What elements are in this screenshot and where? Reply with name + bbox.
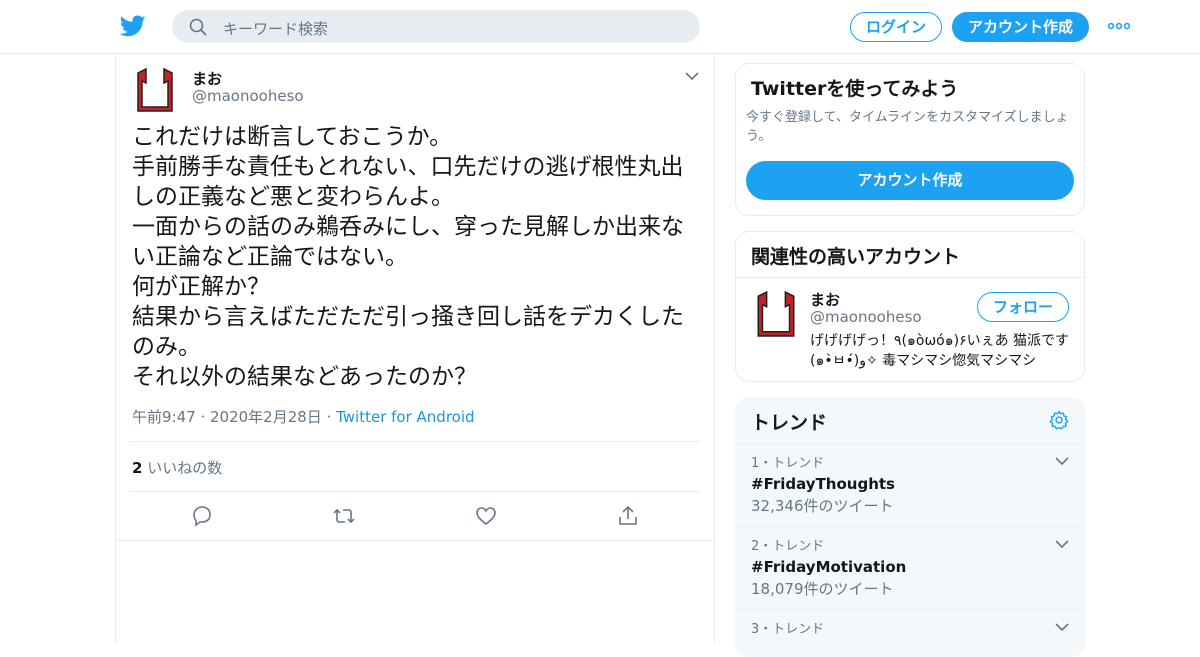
divider [736, 609, 1084, 610]
tweet-text: これだけは断言しておこうか。 手前勝手な責任もとれない、口先だけの逃げ根性丸出し… [132, 124, 684, 390]
trend-item[interactable]: 2・トレンド #FridayMotivation 18,079件のツイート [751, 538, 1071, 600]
top-navigation-bar: キーワード検索 ログイン アカウント作成 [0, 0, 1200, 54]
login-button[interactable]: ログイン [850, 12, 942, 42]
tweet-timestamp[interactable]: 午前9:47 · 2020年2月28日 · [132, 408, 336, 426]
divider [736, 443, 1084, 444]
divider [130, 441, 700, 442]
trend-category: 1・トレンド [751, 456, 825, 471]
divider [736, 526, 1084, 527]
search-icon [189, 18, 207, 36]
signup-card-description: 今すぐ登録して、タイムラインをカスタマイズしましょう。 [746, 110, 1069, 144]
chevron-down-icon[interactable] [684, 70, 700, 82]
related-account-handle[interactable]: @maonooheso [810, 308, 922, 326]
signup-button[interactable]: アカウント作成 [952, 12, 1089, 42]
signup-card-title: Twitterを使ってみよう [751, 78, 959, 100]
retweet-icon[interactable] [332, 504, 356, 528]
tweet-detail: まお @maonooheso これだけは断言しておこうか。 手前勝手な責任もとれ… [115, 54, 715, 644]
signup-card: Twitterを使ってみよう 今すぐ登録して、タイムラインをカスタマイズしましょ… [735, 63, 1085, 216]
share-icon[interactable] [616, 504, 640, 528]
trend-name[interactable]: #FridayThoughts [751, 473, 1071, 495]
like-count[interactable]: 2 いいねの数 [132, 457, 222, 478]
related-accounts-title: 関連性の高いアカウント [751, 246, 961, 268]
search-input[interactable]: キーワード検索 [223, 18, 328, 39]
twitter-bird-icon[interactable] [120, 13, 146, 39]
divider [130, 491, 700, 492]
trends-card: トレンド 1・トレンド #FridayThoughts 32,346件のツイート… [735, 397, 1085, 657]
trend-name[interactable]: #FridayMotivation [751, 556, 1071, 578]
display-name[interactable]: まお [192, 68, 222, 89]
trend-tweet-count: 18,079件のツイート [751, 580, 894, 598]
tweet-meta: 午前9:47 · 2020年2月28日 · Twitter for Androi… [132, 406, 475, 427]
trend-item[interactable]: 3・トレンド [751, 621, 1071, 639]
related-accounts-card: 関連性の高いアカウント まお @maonooheso フォロー げげげげっ！٩(… [735, 231, 1085, 382]
related-account-bio: げげげげっ！٩(๑òωó๑)۶いぇあ 猫派です(๑•̀ㅂ•́)و✧ 毒マシマシ惚… [810, 333, 1070, 369]
trend-tweet-count: 32,346件のツイート [751, 497, 894, 515]
avatar[interactable] [752, 290, 800, 338]
chevron-down-icon[interactable] [1054, 455, 1070, 467]
divider [736, 277, 1084, 278]
like-count-number: 2 [132, 459, 143, 477]
reply-icon[interactable] [190, 504, 214, 528]
more-dots-icon[interactable] [1107, 19, 1131, 33]
trend-item[interactable]: 1・トレンド #FridayThoughts 32,346件のツイート [751, 455, 1071, 517]
avatar[interactable] [132, 67, 178, 113]
tweet-source-link[interactable]: Twitter for Android [336, 408, 474, 426]
trend-category: 3・トレンド [751, 622, 825, 637]
user-handle[interactable]: @maonooheso [192, 87, 304, 105]
signup-card-button[interactable]: アカウント作成 [746, 161, 1074, 200]
trend-category: 2・トレンド [751, 539, 825, 554]
chevron-down-icon[interactable] [1054, 621, 1070, 633]
like-count-label: いいねの数 [142, 459, 223, 477]
search-bar[interactable]: キーワード検索 [172, 10, 700, 43]
divider [116, 540, 714, 541]
gear-icon[interactable] [1048, 409, 1070, 431]
related-account-name[interactable]: まお [810, 289, 840, 310]
trends-title: トレンド [751, 412, 828, 434]
chevron-down-icon[interactable] [1054, 538, 1070, 550]
like-icon[interactable] [474, 504, 498, 528]
follow-button[interactable]: フォロー [977, 292, 1069, 322]
